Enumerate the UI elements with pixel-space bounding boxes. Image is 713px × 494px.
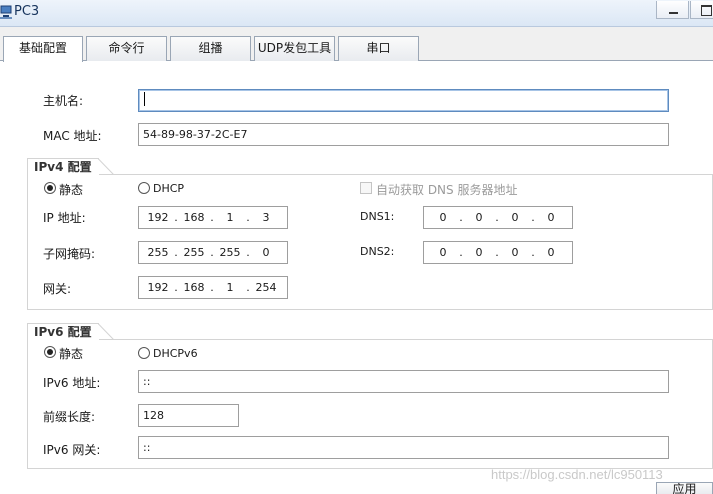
title-bar	[0, 0, 713, 27]
dns1-label: DNS1:	[360, 210, 395, 223]
ipv4-group-title: IPv4 配置	[30, 159, 96, 175]
ipv6-dhcpv6-label: DHCPv6	[153, 347, 198, 360]
minimize-button[interactable]	[656, 1, 689, 19]
tab-basic-config[interactable]: 基础配置	[3, 36, 83, 62]
dns1-octet-1: 0	[439, 211, 447, 224]
ipv6-dhcpv6-radio[interactable]	[138, 347, 150, 359]
tab-multicast[interactable]: 组播	[170, 36, 251, 61]
gateway-octet-4: 254	[255, 281, 277, 294]
text-caret	[144, 92, 145, 106]
prefix-length-input[interactable]: 128	[138, 404, 239, 427]
dns2-octet-4: 0	[547, 246, 555, 259]
maximize-button[interactable]	[690, 1, 713, 19]
dns1-octet-3: 0	[511, 211, 519, 224]
ipv6-static-radio[interactable]	[44, 346, 56, 358]
auto-dns-checkbox[interactable]	[360, 182, 372, 194]
dns2-octet-2: 0	[475, 246, 483, 259]
dns1-input[interactable]: 0 . 0 . 0 . 0	[423, 206, 573, 229]
tab-serial[interactable]: 串口	[338, 36, 419, 61]
ip-address-input[interactable]: 192 . 168 . 1 . 3	[138, 206, 288, 229]
mask-octet-2: 255	[183, 246, 205, 259]
ipv4-group-tab-slant	[98, 158, 114, 175]
tab-command-line[interactable]: 命令行	[86, 36, 167, 61]
ipv4-static-radio[interactable]	[44, 182, 56, 194]
dns2-input[interactable]: 0 . 0 . 0 . 0	[423, 241, 573, 264]
prefix-length-label: 前缀长度:	[43, 410, 96, 424]
ip-octet-1: 192	[147, 211, 169, 224]
mask-octet-3: 255	[219, 246, 241, 259]
ipv4-dhcp-radio[interactable]	[138, 182, 150, 194]
auto-dns-label: 自动获取 DNS 服务器地址	[376, 183, 518, 197]
ipv6-address-label: IPv6 地址:	[43, 376, 101, 390]
mac-address-field: 54-89-98-37-2C-E7	[138, 123, 669, 146]
ip-octet-4: 3	[262, 211, 270, 224]
hostname-label: 主机名:	[43, 94, 84, 108]
ipv6-group-title: IPv6 配置	[30, 324, 96, 340]
gateway-octet-1: 192	[147, 281, 169, 294]
ip-octet-3: 1	[226, 211, 234, 224]
window-title: PC3	[14, 4, 40, 19]
ipv4-dhcp-label: DHCP	[153, 182, 185, 195]
ipv6-static-label: 静态	[59, 347, 84, 361]
subnet-mask-input[interactable]: 255 . 255 . 255 . 0	[138, 241, 288, 264]
gateway-label: 网关:	[43, 282, 72, 296]
dns1-octet-2: 0	[475, 211, 483, 224]
ipv6-gateway-input[interactable]: ::	[138, 436, 669, 459]
ipv6-address-input[interactable]: ::	[138, 370, 669, 393]
hostname-input[interactable]	[138, 89, 669, 112]
tab-udp-tool[interactable]: UDP发包工具	[254, 36, 335, 61]
dns2-octet-3: 0	[511, 246, 519, 259]
mask-octet-4: 0	[262, 246, 270, 259]
ipv6-group-tab-slant	[98, 323, 114, 340]
ip-address-label: IP 地址:	[43, 211, 86, 225]
gateway-input[interactable]: 192 . 168 . 1 . 254	[138, 276, 288, 299]
dns1-octet-4: 0	[547, 211, 555, 224]
ip-octet-2: 168	[183, 211, 205, 224]
dns2-label: DNS2:	[360, 245, 395, 258]
watermark-text: https://blog.csdn.net/lc950113	[491, 467, 663, 482]
gateway-octet-3: 1	[226, 281, 234, 294]
dns2-octet-1: 0	[439, 246, 447, 259]
mac-label: MAC 地址:	[43, 129, 102, 143]
ipv6-gateway-label: IPv6 网关:	[43, 443, 101, 457]
pc-app-icon	[0, 5, 12, 19]
ipv4-group	[27, 174, 713, 310]
gateway-octet-2: 168	[183, 281, 205, 294]
subnet-mask-label: 子网掩码:	[43, 247, 96, 261]
ipv4-static-label: 静态	[59, 183, 84, 197]
mask-octet-1: 255	[147, 246, 169, 259]
apply-button[interactable]: 应用	[656, 482, 713, 494]
